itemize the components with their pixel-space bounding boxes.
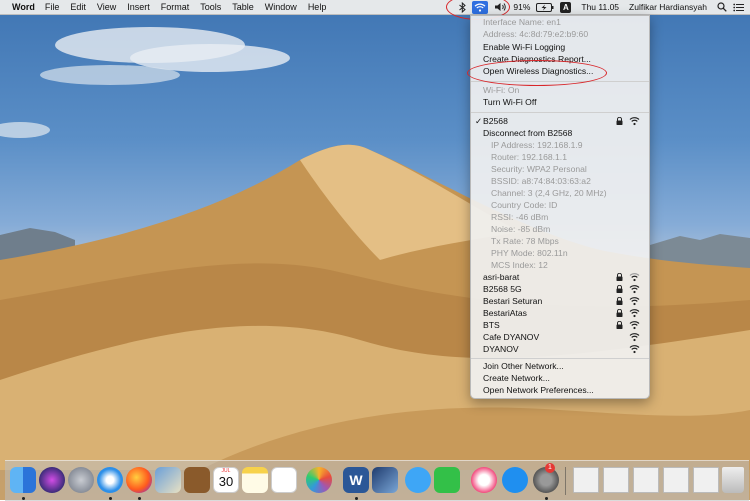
wifi-signal-icon (629, 321, 640, 330)
spotlight-search-icon[interactable] (717, 1, 727, 13)
checkmark-icon: ✓ (475, 116, 483, 126)
menu-detail-bssid: BSSID: a8:74:84:03:63:a2 (491, 176, 591, 186)
menu-open-wireless-diagnostics[interactable]: Open Wireless Diagnostics... (471, 65, 649, 77)
finder-icon[interactable] (10, 467, 36, 493)
menu-detail-phy-mode: PHY Mode: 802.11n (491, 248, 568, 258)
wifi-signal-icon (629, 333, 640, 342)
input-source-icon[interactable]: A (560, 1, 572, 13)
facetime-icon[interactable] (434, 467, 460, 493)
lock-icon (616, 309, 623, 317)
lock-icon (616, 117, 623, 125)
minimized-window-thumbnail[interactable] (603, 467, 629, 493)
menu-window[interactable]: Window (265, 2, 297, 12)
menu-table[interactable]: Table (232, 2, 254, 12)
wifi-dropdown-menu: Interface Name: en1 Address: 4c:8d:79:e2… (470, 15, 650, 399)
reminders-icon[interactable] (271, 467, 297, 493)
menu-current-network[interactable]: ✓ B2568 (471, 115, 649, 127)
menu-view[interactable]: View (97, 2, 116, 12)
image-capture-icon[interactable] (372, 467, 398, 493)
notes-icon[interactable] (242, 467, 268, 493)
siri-icon[interactable] (39, 467, 65, 493)
network-item[interactable]: asri-barat (471, 271, 649, 283)
photos-icon[interactable] (306, 467, 332, 493)
menu-detail-noise: Noise: -85 dBm (491, 224, 551, 234)
menu-wifi-status: Wi-Fi: On (483, 85, 520, 95)
menu-enable-wifi-logging[interactable]: Enable Wi-Fi Logging (471, 41, 649, 53)
calendar-day: 30 (218, 474, 234, 489)
wifi-signal-icon (629, 345, 640, 354)
menu-turn-wifi-off[interactable]: Turn Wi-Fi Off (471, 96, 649, 108)
menu-detail-tx-rate: Tx Rate: 78 Mbps (491, 236, 559, 246)
menu-format[interactable]: Format (161, 2, 190, 12)
menu-disconnect-network[interactable]: Disconnect from B2568 (471, 127, 649, 139)
notification-badge: 1 (545, 463, 555, 473)
trash-icon[interactable] (722, 467, 744, 493)
network-item[interactable]: Cafe DYANOV (471, 331, 649, 343)
itunes-icon[interactable] (471, 467, 497, 493)
menu-insert[interactable]: Insert (127, 2, 150, 12)
menu-join-other-network[interactable]: Join Other Network... (471, 360, 649, 372)
network-item[interactable]: BTS (471, 319, 649, 331)
menubar-clock[interactable]: Thu 11.05 (581, 2, 619, 12)
menu-edit[interactable]: Edit (70, 2, 86, 12)
network-item[interactable]: DYANOV (471, 343, 649, 355)
network-item[interactable]: Bestari Seturan (471, 295, 649, 307)
wifi-menu-icon[interactable] (472, 0, 489, 14)
battery-charging-icon[interactable] (536, 1, 554, 13)
notification-center-icon[interactable] (733, 1, 744, 13)
menu-detail-country-code: Country Code: ID (491, 200, 558, 210)
lock-icon (616, 273, 623, 281)
menu-create-diagnostics-report[interactable]: Create Diagnostics Report... (471, 53, 649, 65)
battery-percentage[interactable]: 91% (513, 2, 530, 12)
menu-detail-mcs-index: MCS Index: 12 (491, 260, 548, 270)
notefile-icon[interactable] (184, 467, 210, 493)
launchpad-icon[interactable] (68, 467, 94, 493)
menu-help[interactable]: Help (308, 2, 327, 12)
calendar-icon[interactable]: JUL 30 (213, 467, 239, 493)
menu-detail-security: Security: WPA2 Personal (491, 164, 587, 174)
lock-icon (616, 297, 623, 305)
firefox-icon[interactable] (126, 467, 152, 493)
volume-icon[interactable] (494, 1, 507, 13)
apple-menu-app-name[interactable]: Word (12, 2, 35, 12)
menu-open-network-preferences[interactable]: Open Network Preferences... (471, 384, 649, 396)
dock-divider (565, 467, 566, 495)
wifi-signal-icon (629, 285, 640, 294)
menubar-user-name[interactable]: Zulfikar Hardiansyah (629, 2, 707, 12)
wifi-signal-icon (629, 297, 640, 306)
menu-detail-router: Router: 192.168.1.1 (491, 152, 567, 162)
menu-separator (471, 81, 649, 82)
messages-icon[interactable] (405, 467, 431, 493)
network-item[interactable]: B2568 5G (471, 283, 649, 295)
menu-file[interactable]: File (45, 2, 60, 12)
network-item[interactable]: BestariAtas (471, 307, 649, 319)
menu-detail-channel: Channel: 3 (2,4 GHz, 20 MHz) (491, 188, 607, 198)
minimized-window-thumbnail[interactable] (573, 467, 599, 493)
menu-create-network[interactable]: Create Network... (471, 372, 649, 384)
menu-bar: Word File Edit View Insert Format Tools … (0, 0, 750, 15)
menu-detail-ip-address: IP Address: 192.168.1.9 (491, 140, 583, 150)
menu-mac-address: Address: 4c:8d:79:e2:b9:60 (483, 29, 589, 39)
menu-interface-name: Interface Name: en1 (483, 17, 561, 27)
dock: JUL 30 W 1 (5, 460, 749, 501)
safari-icon[interactable] (97, 467, 123, 493)
wifi-signal-icon (629, 117, 640, 126)
lock-icon (616, 285, 623, 293)
lock-icon (616, 321, 623, 329)
app-store-icon[interactable] (502, 467, 528, 493)
menu-separator (471, 358, 649, 359)
photo-preview-icon[interactable] (155, 467, 181, 493)
minimized-window-thumbnail[interactable] (693, 467, 719, 493)
microsoft-word-icon[interactable]: W (343, 467, 369, 493)
menu-detail-rssi: RSSI: -46 dBm (491, 212, 549, 222)
menu-tools[interactable]: Tools (200, 2, 221, 12)
minimized-window-thumbnail[interactable] (633, 467, 659, 493)
wifi-signal-icon (629, 273, 640, 282)
minimized-window-thumbnail[interactable] (663, 467, 689, 493)
bluetooth-icon[interactable] (459, 1, 467, 13)
wifi-signal-icon (629, 309, 640, 318)
menu-separator (471, 112, 649, 113)
